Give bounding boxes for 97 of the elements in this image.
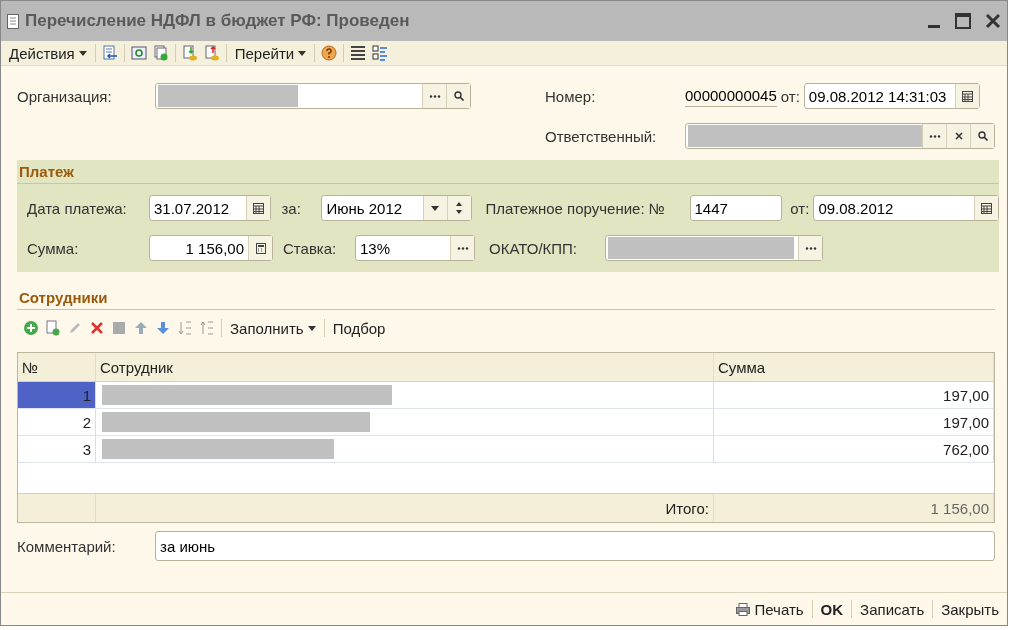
column-header[interactable]: № [18,353,96,381]
dropdown-button[interactable] [422,196,447,220]
search-icon [453,91,464,101]
comment-field[interactable]: за июнь [155,531,995,561]
maximize-icon[interactable] [955,13,971,29]
ellipsis-icon [428,94,441,98]
sort-descending-icon[interactable] [199,320,215,336]
calendar-icon [253,202,265,214]
field-label: ОКАТО/КПП: [489,239,579,257]
checklist-icon[interactable] [372,45,389,61]
document-icon [7,13,19,29]
okato-field[interactable] [605,235,823,261]
field-label: от: [790,199,810,217]
order-number-field[interactable]: 1447 [689,195,783,221]
close-icon[interactable] [985,13,1001,29]
section-title: Сотрудники [17,286,995,310]
open-button[interactable] [970,124,994,148]
field-label: Комментарий: [17,537,117,555]
sort-ascending-icon[interactable] [177,320,193,336]
select-button[interactable] [798,236,822,260]
goto-menu[interactable]: Перейти [232,44,309,62]
pick-button[interactable]: Подбор [330,319,388,337]
sum-field[interactable]: 1 156,00 [149,235,273,261]
search-icon [977,131,988,141]
total-value: 1 156,00 [714,494,994,522]
caret-icon [78,50,87,56]
calendar-icon [981,202,992,214]
date-value: 09.08.2012 14:31:03 [807,87,948,105]
sum-cell: 762,00 [714,436,994,462]
field-label: Сумма: [27,239,80,257]
calendar-button[interactable] [974,196,998,220]
date-value: 09.08.2012 [817,199,895,217]
arrow-down-icon[interactable] [155,320,171,336]
arrow-up-icon[interactable] [133,320,149,336]
ellipsis-icon [804,246,817,250]
calendar-button[interactable] [954,84,979,108]
spin-icon [455,201,463,215]
field-label: от: [780,87,800,105]
caret-icon [307,325,316,331]
sum-cell: 197,00 [714,382,994,408]
add-icon[interactable] [23,320,39,336]
calendar-icon [961,90,973,102]
pencil-icon[interactable] [67,320,83,336]
order-number: 1447 [693,199,729,217]
period-field[interactable]: Июнь 2012 [321,195,472,221]
date-field[interactable]: 09.08.2012 14:31:03 [803,83,980,109]
column-header[interactable]: Сумма [714,353,994,381]
ellipsis-icon [928,134,941,138]
save-button[interactable]: Записать [858,600,927,618]
sum-cell: 197,00 [714,409,994,435]
rate-field[interactable]: 13% [355,235,475,261]
actions-menu[interactable]: Действия [7,44,89,62]
help-icon[interactable] [321,45,338,61]
field-label: Ставка: [283,239,338,257]
calculator-icon [255,242,266,254]
section-title: Платеж [17,160,999,184]
field-label: Номер: [545,87,597,105]
field-label: Дата платежа: [27,199,128,217]
close-icon [954,132,963,140]
select-button[interactable] [450,236,474,260]
close-button[interactable]: Закрыть [939,600,1001,618]
list-icon[interactable] [350,45,367,61]
date-value: 31.07.2012 [153,199,231,217]
order-date-field[interactable]: 09.08.2012 [813,195,999,221]
copy-add-icon[interactable] [152,45,169,61]
field-label: Ответственный: [545,127,658,145]
caret-icon [298,50,307,56]
period-value: Июнь 2012 [325,199,404,217]
field-label: за: [281,199,302,217]
total-label: Итого: [96,494,714,522]
spin-button[interactable] [446,196,471,220]
responsible-field[interactable] [685,123,995,149]
field-label: Организация: [17,87,113,105]
open-button[interactable] [446,84,470,108]
select-button[interactable] [922,124,946,148]
caret-icon [431,205,439,211]
row-number-cell[interactable]: 3 [18,436,96,462]
clear-button[interactable] [946,124,970,148]
rate-value: 13% [359,239,392,257]
organization-field[interactable] [155,83,471,109]
ellipsis-icon [456,246,469,250]
sum-value: 1 156,00 [184,239,245,257]
delete-icon[interactable] [89,320,105,336]
calculator-button[interactable] [248,236,272,260]
printer-icon [736,602,751,616]
calendar-button[interactable] [246,196,271,220]
payment-date-field[interactable]: 31.07.2012 [149,195,272,221]
field-label: Платежное поручение: № [485,199,666,217]
row-number-cell[interactable]: 2 [18,409,96,435]
fill-menu[interactable]: Заполнить [228,319,318,337]
column-header[interactable]: Сотрудник [96,353,714,381]
number-field[interactable]: 00000000045 [685,85,777,107]
copy-icon[interactable] [45,320,61,336]
print-button[interactable]: Печать [734,600,806,618]
ok-button[interactable]: OK [818,600,846,618]
window-title: Перечисление НДФЛ в бюджет РФ: Проведен [25,11,411,31]
comment-value: за июнь [159,537,217,555]
